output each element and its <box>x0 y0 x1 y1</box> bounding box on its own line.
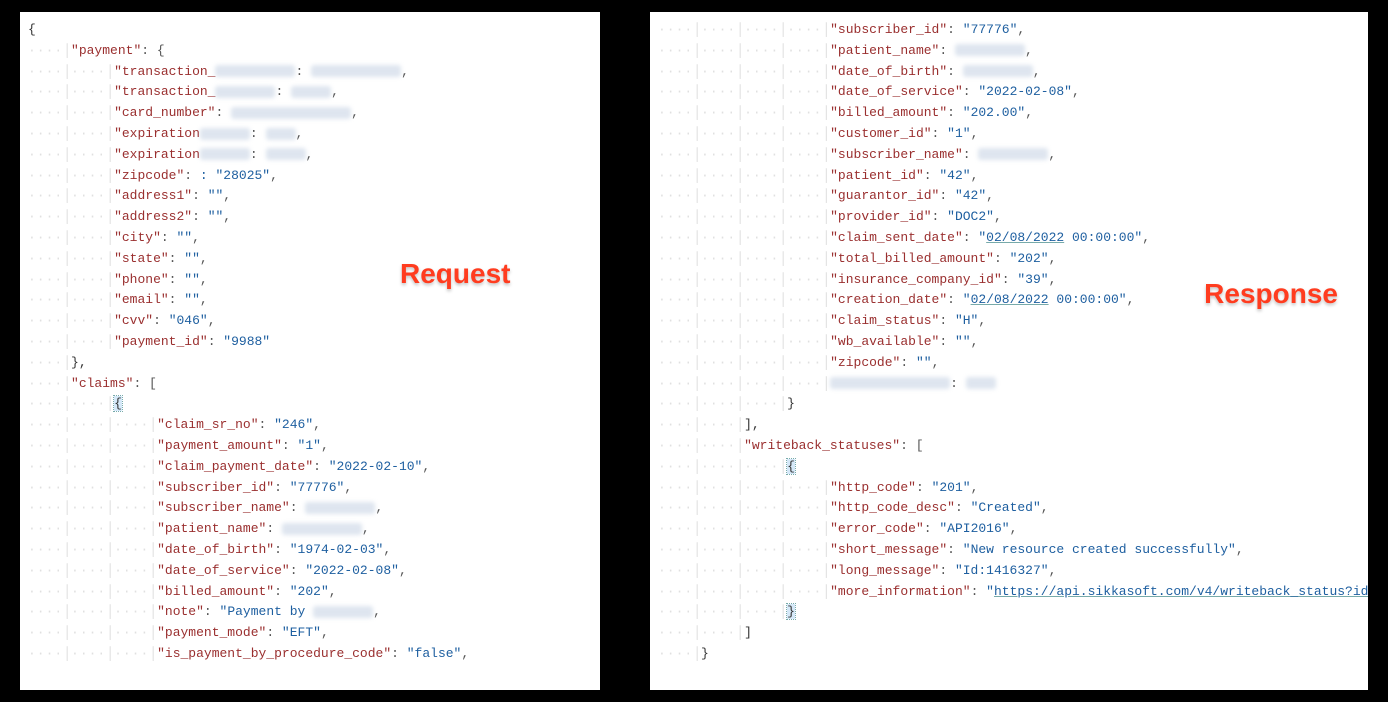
code-line: ····│····│····│"payment_mode": "EFT", <box>24 623 596 644</box>
code-line: ····│····│····│····│"total_billed_amount… <box>654 249 1364 270</box>
response-json-pane[interactable]: Response ····│····│····│····│"subscriber… <box>650 12 1368 690</box>
code-line: ····│····│"address2": "", <box>24 207 596 228</box>
request-code-block: {····│"payment": {····│····│"transaction… <box>24 20 596 665</box>
code-line: ····│····│····│····│x: x <box>654 374 1364 395</box>
code-line: ····│····│····│····│"date_of_birth": x, <box>654 62 1364 83</box>
code-line: ····│····│····│"patient_name": x, <box>24 519 596 540</box>
code-line: ····│····│], <box>654 415 1364 436</box>
code-line: ····│····│····│"billed_amount": "202", <box>24 582 596 603</box>
code-line: ····│····│····│····│"insurance_company_i… <box>654 270 1364 291</box>
code-line: ····│····│····│····│"wb_available": "", <box>654 332 1364 353</box>
code-line: ····│····│····│"subscriber_id": "77776", <box>24 478 596 499</box>
code-line: ····│····│"state": "", <box>24 249 596 270</box>
code-line: ····│····│"expirationx: x, <box>24 145 596 166</box>
code-line: ····│····│····│····│"http_code_desc": "C… <box>654 498 1364 519</box>
code-line: ····│····│····│····│"http_code": "201", <box>654 478 1364 499</box>
code-line: ····│····│"transaction_x: x, <box>24 82 596 103</box>
code-line: ····│····│{ <box>24 394 596 415</box>
code-line: ····│····│····│"subscriber_name": x, <box>24 498 596 519</box>
code-line: ····│····│"zipcode": : "28025", <box>24 166 596 187</box>
code-line: ····│····│····│····│"subscriber_id": "77… <box>654 20 1364 41</box>
code-line: ····│····│"city": "", <box>24 228 596 249</box>
code-line: ····│····│····│····│"patient_name": x, <box>654 41 1364 62</box>
code-line: ····│····│"transaction_x: x, <box>24 62 596 83</box>
code-line: ····│····│····│····│"claim_sent_date": "… <box>654 228 1364 249</box>
code-line: ····│····│····│"date_of_service": "2022-… <box>24 561 596 582</box>
response-code-block: ····│····│····│····│"subscriber_id": "77… <box>654 20 1364 665</box>
code-line: ····│}, <box>24 353 596 374</box>
code-line: ····│····│····│"claim_payment_date": "20… <box>24 457 596 478</box>
code-line: ····│····│····│} <box>654 602 1364 623</box>
code-line: ····│····│····│····│"zipcode": "", <box>654 353 1364 374</box>
code-line: ····│····│····│····│"more_information": … <box>654 582 1364 603</box>
code-line: ····│····│] <box>654 623 1364 644</box>
code-line: { <box>24 20 596 41</box>
code-line: ····│····│····│····│"billed_amount": "20… <box>654 103 1364 124</box>
code-line: ····│····│····│····│"long_message": "Id:… <box>654 561 1364 582</box>
code-line: ····│····│····│····│"short_message": "Ne… <box>654 540 1364 561</box>
code-line: ····│····│"email": "", <box>24 290 596 311</box>
code-line: ····│····│"address1": "", <box>24 186 596 207</box>
code-line: ····│"payment": { <box>24 41 596 62</box>
code-line: ····│····│"writeback_statuses": [ <box>654 436 1364 457</box>
code-line: ····│····│····│"note": "Payment by x, <box>24 602 596 623</box>
code-line: ····│····│····│····│"error_code": "API20… <box>654 519 1364 540</box>
code-line: ····│····│····│"date_of_birth": "1974-02… <box>24 540 596 561</box>
code-line: ····│····│····│····│"customer_id": "1", <box>654 124 1364 145</box>
request-json-pane[interactable]: Request {····│"payment": {····│····│"tra… <box>20 12 600 690</box>
code-line: ····│····│····│"claim_sr_no": "246", <box>24 415 596 436</box>
code-line: ····│····│"card_number": x, <box>24 103 596 124</box>
code-line: ····│····│"phone": "", <box>24 270 596 291</box>
code-line: ····│"claims": [ <box>24 374 596 395</box>
code-line: ····│····│"expirationx: x, <box>24 124 596 145</box>
code-line: ····│····│····│····│"provider_id": "DOC2… <box>654 207 1364 228</box>
code-line: ····│····│"payment_id": "9988" <box>24 332 596 353</box>
code-line: ····│····│····│····│"guarantor_id": "42"… <box>654 186 1364 207</box>
code-line: ····│····│····│"is_payment_by_procedure_… <box>24 644 596 665</box>
code-line: ····│····│····│····│"date_of_service": "… <box>654 82 1364 103</box>
code-line: ····│····│"cvv": "046", <box>24 311 596 332</box>
code-line: ····│····│····│····│"patient_id": "42", <box>654 166 1364 187</box>
code-line: ····│····│····│····│"subscriber_name": x… <box>654 145 1364 166</box>
code-line: ····│····│····│····│"claim_status": "H", <box>654 311 1364 332</box>
code-line: ····│····│····│····│"creation_date": "02… <box>654 290 1364 311</box>
code-line: ····│····│····│{ <box>654 457 1364 478</box>
code-line: ····│····│····│} <box>654 394 1364 415</box>
code-line: ····│····│····│"payment_amount": "1", <box>24 436 596 457</box>
code-line: ····│} <box>654 644 1364 665</box>
